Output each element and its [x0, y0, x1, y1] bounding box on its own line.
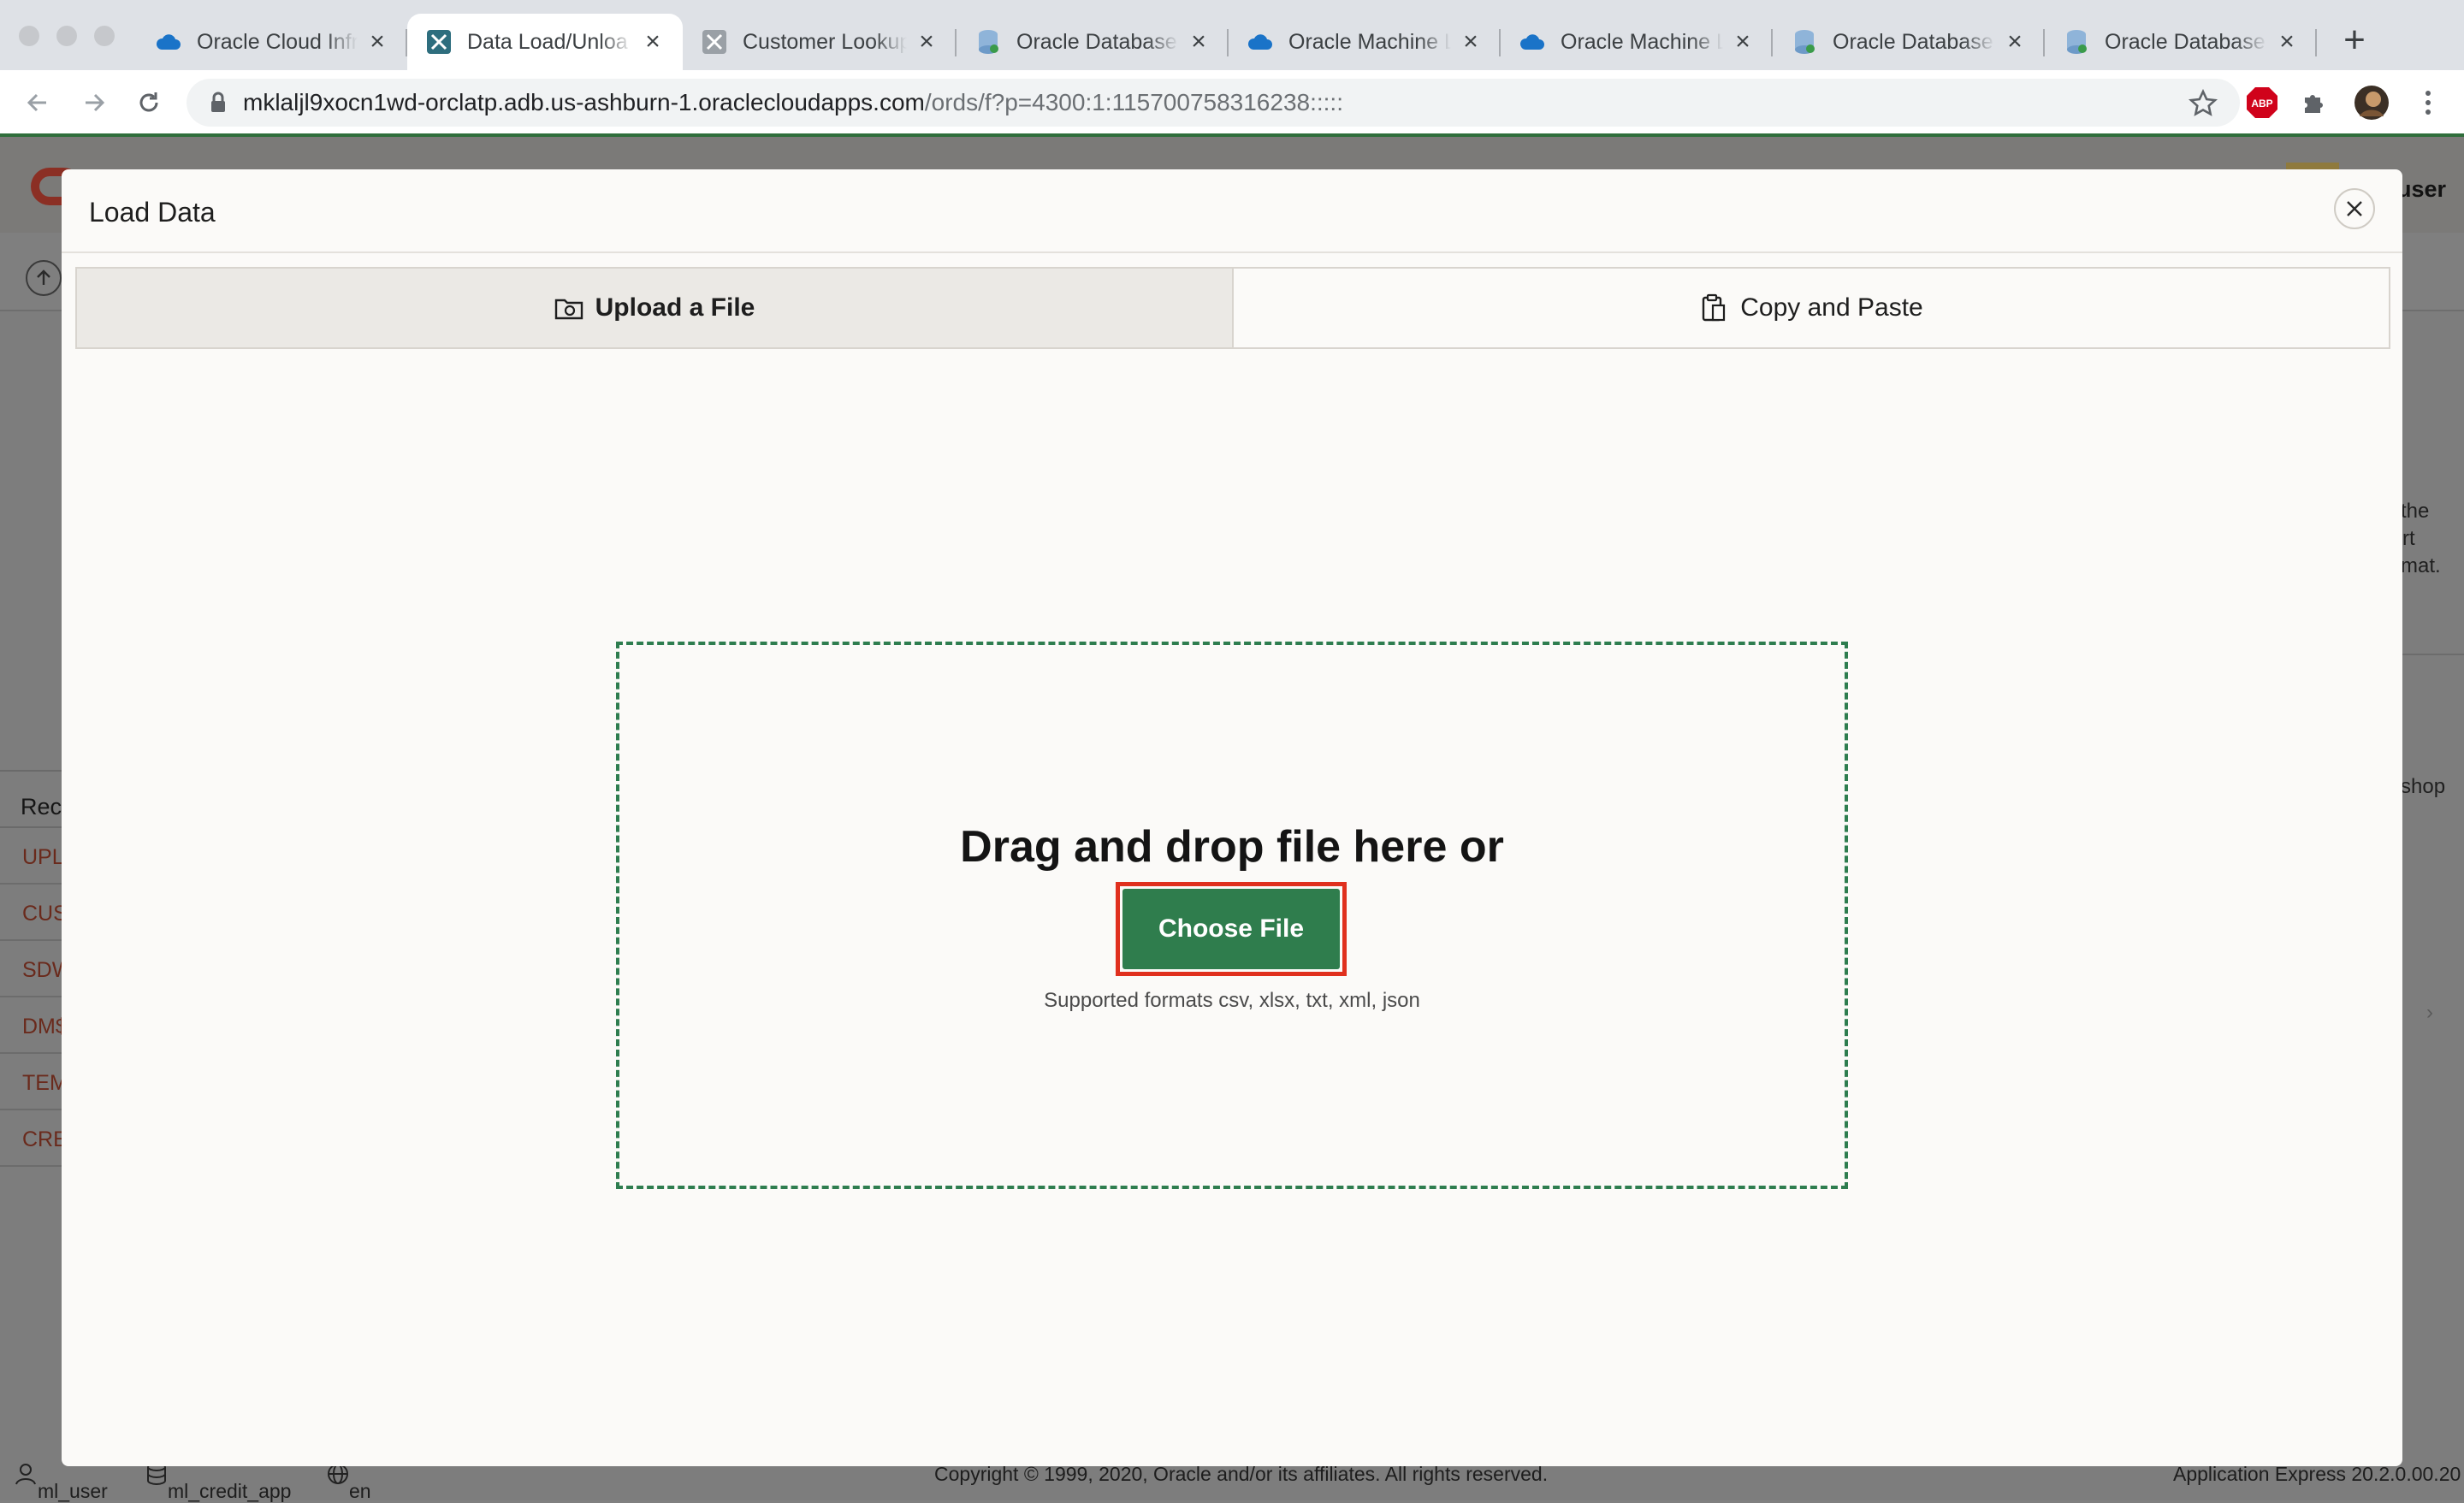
recent-heading: Rec [0, 770, 68, 828]
close-icon[interactable]: × [366, 29, 388, 55]
address-bar[interactable]: mklaljl9xocn1wd-orclatp.adb.us-ashburn-1… [187, 79, 2240, 127]
browser-tab-bar: Oracle Cloud Infr × Data Load/Unloa × Cu… [0, 0, 2464, 70]
avatar[interactable] [2354, 86, 2389, 120]
browser-tab[interactable]: Oracle Cloud Infr × [137, 14, 407, 70]
close-icon[interactable]: × [2276, 29, 2298, 55]
extensions-puzzle-icon[interactable] [2298, 86, 2332, 120]
close-icon[interactable]: × [2004, 29, 2026, 55]
list-item[interactable]: CUS [0, 885, 68, 941]
footer-language-label: en [349, 1480, 371, 1502]
url-host: mklaljl9xocn1wd-orclatp.adb.us-ashburn-1… [243, 89, 925, 115]
load-method-tabs: Upload a File Copy and Paste [75, 267, 2390, 349]
cloud-icon [1247, 29, 1273, 55]
window-close-dot[interactable] [19, 26, 39, 46]
folder-upload-icon [554, 293, 583, 322]
tab-label: Data Load/Unloa [467, 29, 628, 54]
browser-tab[interactable]: Customer Lookup × [683, 14, 957, 70]
close-icon[interactable]: × [915, 29, 938, 55]
dialog-title: Load Data [89, 197, 216, 228]
upload-arrow-icon [26, 260, 62, 296]
app-user-name[interactable]: user [2397, 176, 2446, 203]
footer-user[interactable]: ml_user [14, 1463, 108, 1502]
close-icon[interactable]: × [1188, 29, 1210, 55]
window-minimize-dot[interactable] [56, 26, 77, 46]
close-icon[interactable]: × [642, 29, 664, 55]
tab-label: Oracle Database [1833, 29, 1993, 54]
bookmark-star-icon[interactable] [2188, 88, 2218, 118]
tab-label: Oracle Machine L [1561, 29, 1723, 54]
list-item[interactable]: UPL [0, 828, 68, 885]
choose-file-button[interactable]: Choose File [1122, 889, 1340, 969]
tab-separator [2315, 29, 2317, 56]
background-text: shop [2401, 775, 2446, 798]
user-icon [15, 1464, 36, 1485]
database-icon [2064, 29, 2089, 55]
cloud-icon [156, 29, 181, 55]
footer-workspace-label: ml_credit_app [168, 1480, 292, 1502]
tab-label: Oracle Database [2105, 29, 2266, 54]
tab-copy-and-paste[interactable]: Copy and Paste [1234, 269, 2389, 347]
tab-label: Oracle Database [1016, 29, 1177, 54]
window-zoom-dot[interactable] [94, 26, 115, 46]
lock-icon[interactable] [205, 90, 231, 115]
tab-label: Oracle Cloud Infr [197, 29, 358, 54]
forward-icon[interactable] [75, 84, 113, 121]
database-icon [975, 29, 1001, 55]
browser-tab[interactable]: Oracle Database × [1773, 14, 2045, 70]
footer-language[interactable]: en [327, 1463, 371, 1502]
url-path: /ords/f?p=4300:1:115700758316238::::: [924, 89, 1343, 115]
browser-tab[interactable]: Oracle Database × [2045, 14, 2317, 70]
url-text: mklaljl9xocn1wd-orclatp.adb.us-ashburn-1… [243, 89, 1343, 116]
tab-label: Oracle Machine L [1288, 29, 1451, 54]
divider [2402, 654, 2464, 655]
background-text: the [2401, 500, 2430, 523]
background-text: rt [2402, 527, 2415, 550]
list-item[interactable]: DM$ [0, 997, 68, 1054]
adblock-icon[interactable]: ABP [2245, 86, 2279, 120]
browser-tab[interactable]: Oracle Machine L × [1229, 14, 1501, 70]
menu-kebab-icon[interactable] [2411, 86, 2445, 120]
new-tab-button[interactable]: + [2337, 21, 2372, 59]
load-data-dialog: Load Data Upload a File Copy and Paste D… [62, 169, 2402, 1466]
tab-label: Upload a File [595, 293, 755, 322]
browser-tab-active[interactable]: Data Load/Unloa × [407, 14, 683, 70]
cloud-icon [1519, 29, 1545, 55]
chevron-right-icon: › [2426, 1001, 2433, 1024]
supported-formats-text: Supported formats csv, xlsx, txt, xml, j… [1044, 989, 1420, 1012]
reload-icon[interactable] [130, 84, 168, 121]
file-drop-zone[interactable]: Drag and drop file here or Choose File S… [616, 642, 1848, 1189]
list-item[interactable]: SDW [0, 941, 68, 997]
tab-upload-a-file[interactable]: Upload a File [77, 269, 1234, 347]
close-icon[interactable]: × [1460, 29, 1482, 55]
apex-icon [426, 29, 452, 55]
dialog-header: Load Data [62, 169, 2402, 253]
footer-version: Application Express 20.2.0.00.20 [2173, 1463, 2461, 1485]
browser-tab[interactable]: Oracle Database × [957, 14, 1229, 70]
browser-tab[interactable]: Oracle Machine L × [1501, 14, 1773, 70]
footer-copyright: Copyright © 1999, 2020, Oracle and/or it… [934, 1463, 1549, 1485]
svg-text:ABP: ABP [2251, 98, 2272, 109]
browser-toolbar: mklaljl9xocn1wd-orclatp.adb.us-ashburn-1… [0, 70, 2464, 135]
footer-user-label: ml_user [38, 1480, 108, 1502]
background-text: mat. [2401, 554, 2441, 577]
drop-zone-title: Drag and drop file here or [960, 822, 1504, 872]
tab-label: Copy and Paste [1740, 293, 1923, 322]
footer-workspace[interactable]: ml_credit_app [145, 1463, 291, 1502]
close-icon [2347, 201, 2362, 216]
dialog-close-button[interactable] [2334, 188, 2375, 229]
list-item[interactable]: CRE [0, 1110, 68, 1167]
apex-icon [702, 29, 727, 55]
list-item[interactable]: TEM [0, 1054, 68, 1110]
back-icon[interactable] [19, 84, 56, 121]
clipboard-icon [1699, 293, 1728, 322]
close-icon[interactable]: × [1732, 29, 1754, 55]
tab-label: Customer Lookup [743, 29, 907, 54]
database-icon [1792, 29, 1817, 55]
